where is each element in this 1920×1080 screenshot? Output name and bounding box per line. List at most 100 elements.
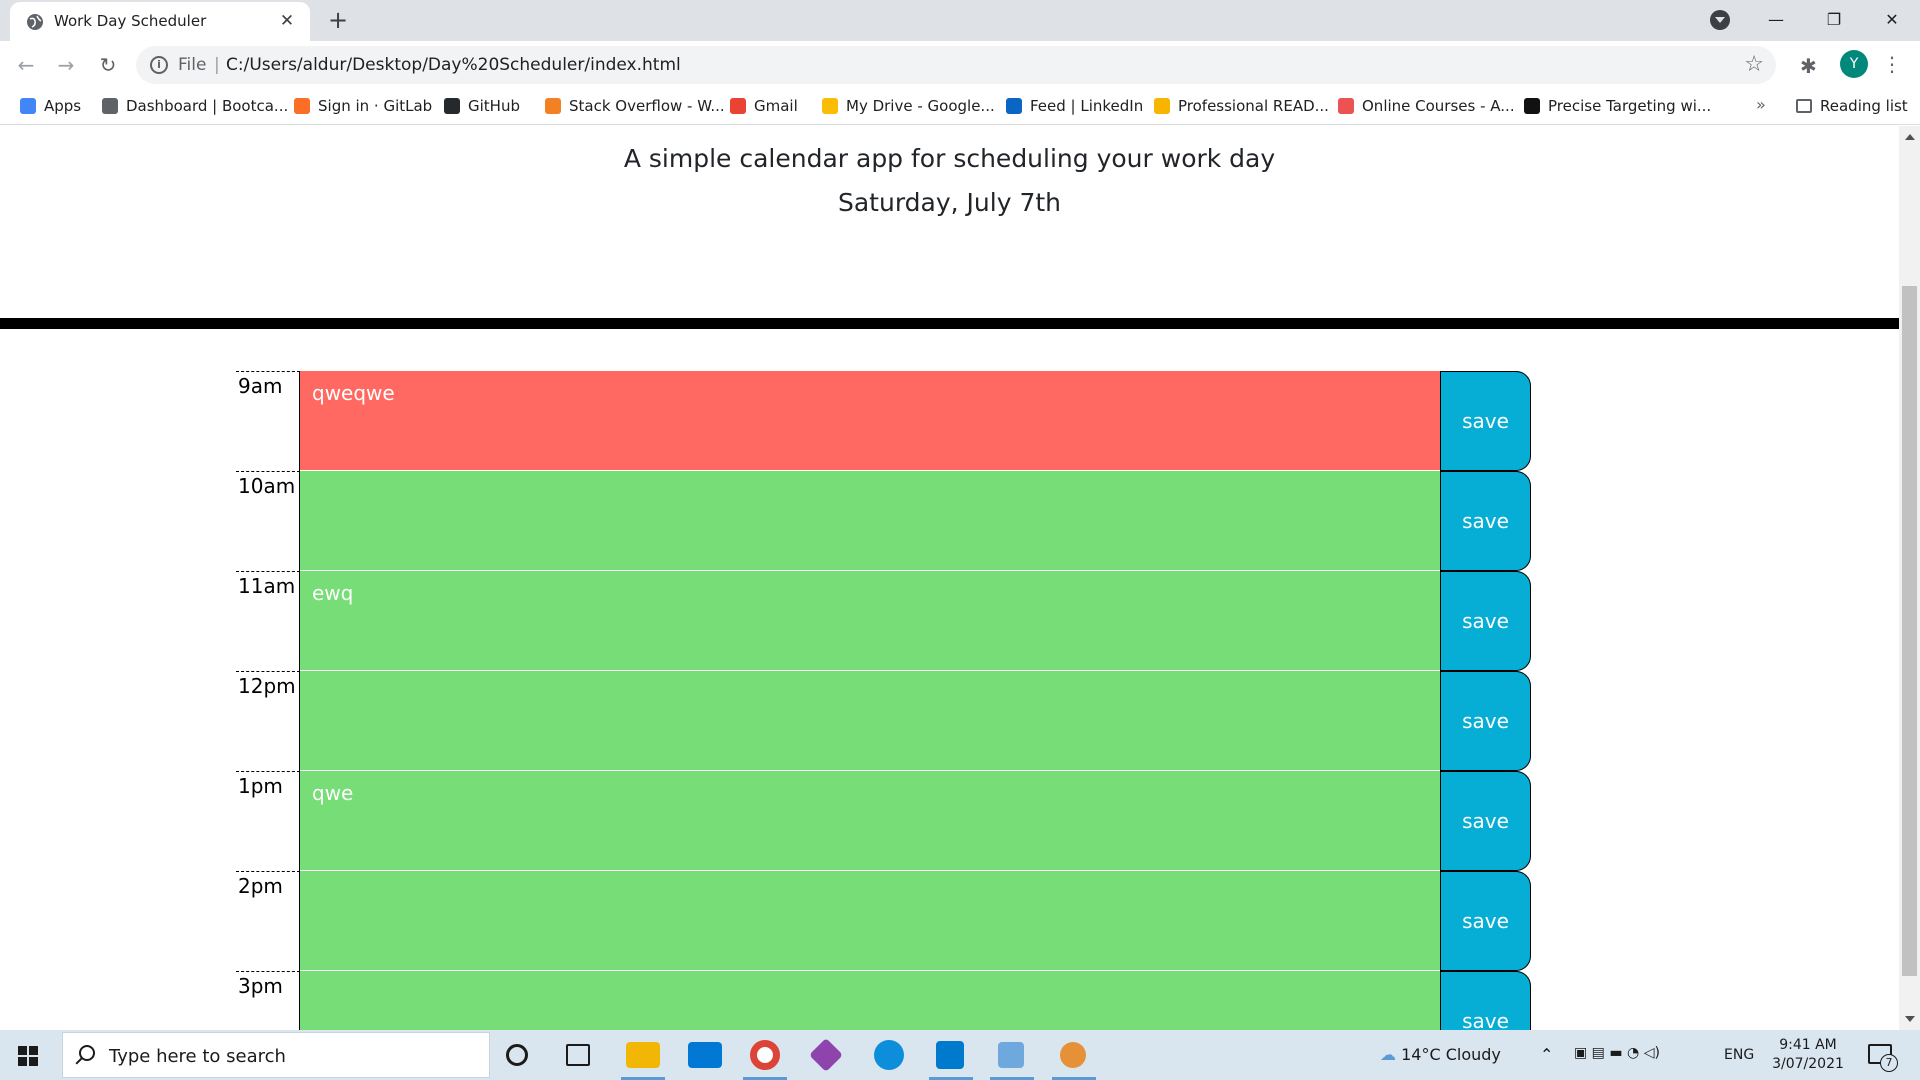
google-drive-icon — [822, 98, 838, 114]
bookmark-gitlab[interactable]: Sign in · GitLab — [294, 97, 432, 117]
bookmark-professional[interactable]: Professional READ... — [1154, 97, 1329, 117]
page-viewport: A simple calendar app for scheduling you… — [0, 126, 1899, 1030]
taskbar-clock[interactable]: 9:41 AM 3/07/2021 — [1768, 1036, 1848, 1074]
minimize-button[interactable]: — — [1748, 0, 1804, 40]
bookmark-linkedin[interactable]: Feed | LinkedIn — [1006, 97, 1143, 117]
restore-button[interactable]: ❐ — [1806, 0, 1862, 40]
bookmark-online-courses[interactable]: Online Courses - A... — [1338, 97, 1515, 117]
hour-label: 2pm — [236, 871, 300, 971]
forward-icon[interactable]: → — [50, 49, 82, 81]
browser-tab[interactable]: Work Day Scheduler ✕ — [10, 2, 310, 41]
weather-widget[interactable]: ☁ 14°C Cloudy — [1380, 1045, 1501, 1064]
event-textarea[interactable]: ewq — [300, 571, 1441, 671]
linkedin-icon — [1006, 98, 1022, 114]
save-button[interactable]: save — [1440, 371, 1531, 471]
bookmark-dashboard[interactable]: Dashboard | Bootca... — [102, 97, 288, 117]
extensions-icon[interactable]: ✱ — [1800, 54, 1817, 78]
close-window-button[interactable]: ✕ — [1864, 0, 1920, 40]
task-view-icon[interactable] — [566, 1044, 590, 1066]
tab-close-button[interactable]: ✕ — [276, 10, 298, 32]
save-button[interactable]: save — [1440, 771, 1531, 871]
page-lead: A simple calendar app for scheduling you… — [623, 144, 1276, 173]
bookmarks-more-button[interactable]: » — [1756, 95, 1766, 114]
event-textarea[interactable] — [300, 471, 1441, 571]
cortana-icon[interactable] — [506, 1044, 528, 1066]
windows-start-icon[interactable] — [18, 1046, 38, 1066]
header-divider — [0, 318, 1899, 329]
time-block-10am: 10am save — [236, 471, 1531, 571]
url-separator: | — [214, 55, 220, 75]
bookmark-google-drive[interactable]: My Drive - Google... — [822, 97, 995, 117]
app-icon[interactable] — [998, 1042, 1024, 1068]
time-block-2pm: 2pm save — [236, 871, 1531, 971]
mail-icon[interactable] — [688, 1042, 722, 1068]
reading-list-button[interactable]: Reading list — [1796, 97, 1908, 115]
time-block-9am: 9am qweqwe save — [236, 371, 1531, 471]
tab-search-button[interactable] — [1710, 10, 1730, 30]
file-explorer-icon[interactable] — [626, 1042, 660, 1068]
url-scheme: File — [178, 55, 207, 75]
time-block-11am: 11am ewq save — [236, 571, 1531, 671]
bookmark-star-icon[interactable]: ☆ — [1744, 52, 1764, 77]
scroll-down-icon[interactable] — [1905, 1016, 1915, 1022]
hour-label: 10am — [236, 471, 300, 571]
notification-count: 7 — [1880, 1054, 1898, 1072]
current-day: Saturday, July 7th — [837, 188, 1061, 217]
windows-taskbar: Type here to search ☁ 14°C Cloudy ⌃ ▣ ▤ … — [0, 1030, 1920, 1080]
system-tray-icons[interactable]: ▣ ▤ ▬ ◔ ◁) — [1574, 1045, 1660, 1061]
github-icon — [444, 98, 460, 114]
chrome-icon[interactable] — [750, 1040, 780, 1070]
back-icon[interactable]: ← — [10, 49, 42, 81]
apps-grid-icon — [20, 98, 36, 114]
gmail-icon — [730, 98, 746, 114]
tab-title: Work Day Scheduler — [54, 12, 207, 30]
reload-icon[interactable]: ↻ — [92, 49, 124, 81]
profile-avatar[interactable]: Y — [1840, 50, 1868, 78]
bookmark-apps[interactable]: Apps — [20, 97, 81, 117]
save-button[interactable]: save — [1440, 971, 1531, 1030]
event-textarea[interactable] — [300, 671, 1441, 771]
browser-toolbar: ← → ↻ i File | C:/Users/aldur/Desktop/Da… — [0, 41, 1920, 89]
time-block-12pm: 12pm save — [236, 671, 1531, 771]
event-textarea[interactable] — [300, 871, 1441, 971]
gitlab-icon — [294, 98, 310, 114]
hour-label: 1pm — [236, 771, 300, 871]
language-indicator[interactable]: ENG — [1724, 1047, 1754, 1063]
taskbar-search-box[interactable]: Type here to search — [62, 1032, 490, 1078]
bookmark-precise-targeting[interactable]: Precise Targeting wi... — [1524, 97, 1711, 117]
show-hidden-icons-button[interactable]: ⌃ — [1540, 1045, 1553, 1064]
bookmark-gmail[interactable]: Gmail — [730, 97, 798, 117]
edge-icon[interactable] — [874, 1040, 904, 1070]
bookmark-stackoverflow[interactable]: Stack Overflow - W... — [545, 97, 725, 117]
save-button[interactable]: save — [1440, 671, 1531, 771]
event-textarea[interactable]: qweqwe — [300, 371, 1441, 471]
event-textarea[interactable] — [300, 971, 1441, 1030]
vscode-icon[interactable] — [936, 1041, 964, 1069]
address-bar[interactable]: i File | C:/Users/aldur/Desktop/Day%20Sc… — [136, 46, 1776, 84]
paint-icon[interactable] — [1060, 1042, 1086, 1068]
scroll-up-icon[interactable] — [1905, 134, 1915, 140]
bookmark-github[interactable]: GitHub — [444, 97, 520, 117]
title-bar: Work Day Scheduler ✕ + — ❐ ✕ — [0, 0, 1920, 41]
reading-list-icon — [1796, 99, 1812, 113]
time-block-3pm: 3pm save — [236, 971, 1531, 1030]
page-scrollbar[interactable] — [1899, 126, 1920, 1030]
save-button[interactable]: save — [1440, 571, 1531, 671]
gitkraken-icon[interactable] — [809, 1038, 843, 1072]
professional-read-icon — [1154, 98, 1170, 114]
save-button[interactable]: save — [1440, 871, 1531, 971]
scrollbar-thumb[interactable] — [1902, 286, 1917, 976]
time-block-1pm: 1pm qwe save — [236, 771, 1531, 871]
new-tab-button[interactable]: + — [324, 6, 352, 34]
bookmarks-bar: Apps Dashboard | Bootca... Sign in · Git… — [0, 89, 1920, 125]
save-button[interactable]: save — [1440, 471, 1531, 571]
bootcamp-icon — [102, 98, 118, 114]
event-textarea[interactable]: qwe — [300, 771, 1441, 871]
url-text[interactable]: C:/Users/aldur/Desktop/Day%20Scheduler/i… — [226, 55, 681, 75]
hour-label: 12pm — [236, 671, 300, 771]
search-icon — [79, 1045, 95, 1061]
globe-icon — [27, 14, 43, 30]
info-icon[interactable]: i — [150, 56, 168, 74]
clock-date: 3/07/2021 — [1772, 1056, 1844, 1072]
browser-menu-icon[interactable]: ⋮ — [1882, 50, 1902, 78]
